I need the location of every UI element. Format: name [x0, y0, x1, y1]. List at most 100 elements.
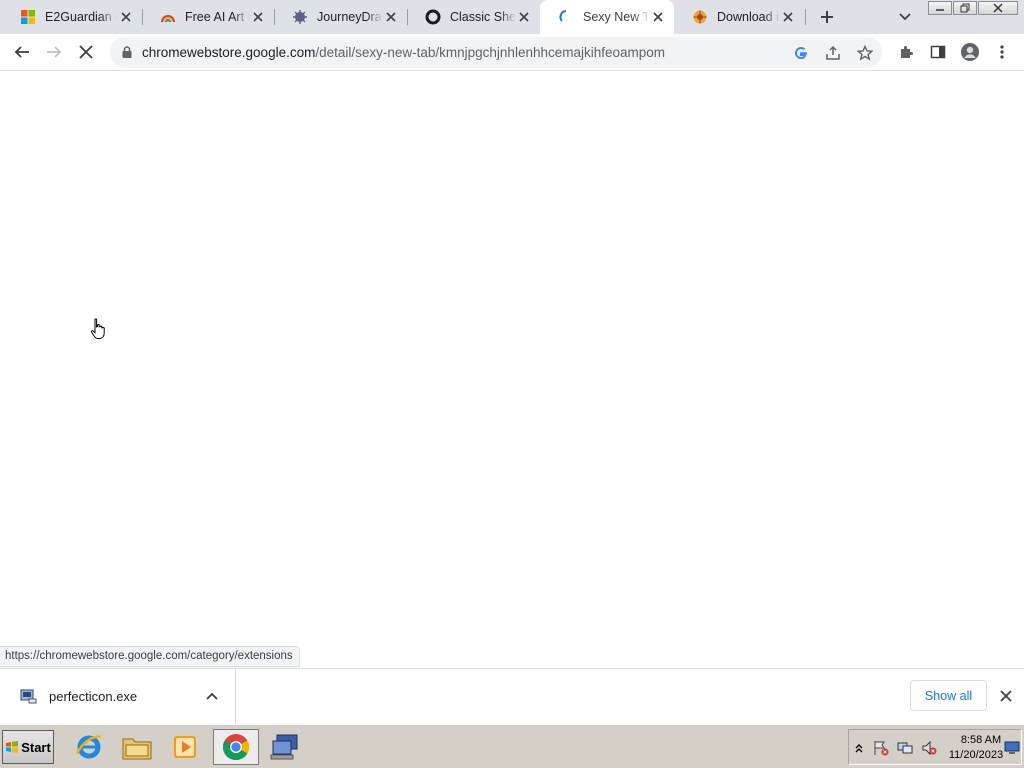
file-explorer-icon	[122, 738, 152, 760]
close-icon[interactable]	[118, 9, 134, 25]
journeydraw-icon	[292, 9, 308, 25]
close-icon[interactable]	[383, 9, 399, 25]
start-button[interactable]: Start	[2, 730, 54, 764]
share-button[interactable]	[822, 42, 844, 64]
side-panel-icon	[930, 45, 946, 59]
back-arrow-icon	[14, 46, 29, 58]
google-g-icon	[795, 47, 807, 60]
tab-title: Free AI Art G	[185, 10, 250, 24]
flag-warning-icon	[874, 741, 889, 756]
system-tray: 8:58 AM 11/20/2023	[848, 729, 1022, 765]
page-content	[0, 72, 1024, 668]
close-window-button[interactable]	[978, 1, 1018, 15]
restore-icon	[960, 3, 970, 13]
close-icon[interactable]	[516, 9, 532, 25]
rainbow-icon	[160, 9, 176, 25]
clock-time[interactable]: 8:58 AM	[955, 734, 1007, 746]
close-shelf-button[interactable]	[996, 686, 1016, 706]
show-desktop-button[interactable]	[1003, 740, 1021, 756]
tray-action-center[interactable]	[873, 740, 889, 756]
forward-arrow-icon	[47, 46, 62, 58]
installer-file-icon	[20, 689, 37, 704]
tab-title: Sexy New Ta	[583, 10, 650, 24]
minimize-button[interactable]	[928, 1, 952, 15]
close-icon[interactable]	[650, 9, 666, 25]
tab-title: E2Guardian -	[45, 10, 118, 24]
loading-spinner-icon	[558, 9, 574, 25]
tab-classic-shell[interactable]: Classic Shell	[407, 0, 540, 34]
windows-logo-icon	[20, 9, 36, 25]
bookmark-button[interactable]	[854, 42, 876, 64]
plus-icon	[821, 11, 833, 23]
speaker-muted-icon	[922, 740, 937, 756]
address-bar[interactable]: chromewebstore.google.com/detail/sexy-ne…	[110, 37, 882, 68]
tab-title: JourneyDraw	[317, 10, 383, 24]
tab-separator	[805, 9, 806, 25]
hand-cursor-icon	[90, 318, 105, 339]
taskbar-remote-desktop[interactable]	[262, 729, 308, 765]
tab-free-ai-art[interactable]: Free AI Art G	[142, 0, 274, 34]
internet-explorer-icon	[75, 735, 102, 759]
taskbar-internet-explorer[interactable]	[66, 729, 112, 765]
side-panel-button[interactable]	[926, 40, 950, 64]
close-icon[interactable]	[250, 9, 266, 25]
kebab-menu-icon	[1000, 45, 1004, 59]
stop-icon	[79, 45, 93, 59]
browser-toolbar: chromewebstore.google.com/detail/sexy-ne…	[0, 34, 1024, 71]
show-all-button[interactable]: Show all	[910, 680, 987, 711]
google-lens-button[interactable]	[790, 42, 812, 64]
stop-loading-button[interactable]	[74, 40, 98, 64]
extensions-button[interactable]	[894, 40, 918, 64]
tab-e2guardian[interactable]: E2Guardian -	[2, 0, 142, 34]
media-player-icon	[174, 736, 196, 758]
start-label: Start	[21, 739, 51, 755]
tab-journeydraw[interactable]: JourneyDraw	[274, 0, 407, 34]
chrome-icon	[222, 734, 250, 761]
tab-strip: E2Guardian - Free AI Art G JourneyDraw C…	[0, 0, 1024, 34]
url-text[interactable]: chromewebstore.google.com/detail/sexy-ne…	[142, 45, 665, 60]
share-icon	[826, 45, 840, 60]
close-icon[interactable]	[780, 9, 796, 25]
close-icon	[1000, 690, 1012, 702]
windows-flag-icon	[6, 741, 19, 753]
url-host: chromewebstore.google.com	[142, 45, 316, 60]
download-site-icon	[692, 9, 708, 25]
menu-button[interactable]	[990, 40, 1014, 64]
download-filename: perfecticon.exe	[49, 689, 138, 704]
download-options-button[interactable]	[203, 687, 221, 705]
puzzle-piece-icon	[901, 46, 913, 58]
clock-date[interactable]: 11/20/2023	[945, 749, 1007, 761]
tab-sexy-new-tab[interactable]: Sexy New Ta	[540, 0, 674, 34]
lock-icon[interactable]	[120, 45, 134, 59]
new-tab-button[interactable]	[815, 5, 839, 29]
taskbar-media-player[interactable]	[162, 729, 208, 765]
minimize-icon	[936, 9, 944, 11]
url-path: /detail/sexy-new-tab/kmnjpgchjnhlenhhcem…	[315, 45, 666, 60]
show-hidden-icons-button[interactable]	[851, 740, 867, 756]
taskbar-chrome[interactable]	[213, 729, 259, 765]
taskbar-file-explorer[interactable]	[114, 729, 160, 765]
tab-search-button[interactable]	[894, 6, 916, 28]
forward-button[interactable]	[42, 40, 66, 64]
tab-download-icons[interactable]: Download ic	[674, 0, 804, 34]
classic-shell-icon	[425, 9, 441, 25]
chevron-up-icon	[206, 692, 218, 700]
tab-title: Classic Shell	[450, 10, 516, 24]
monitor-icon	[1004, 741, 1020, 754]
network-icon	[897, 742, 913, 754]
close-icon	[993, 3, 1003, 13]
taskbar: Start 8:58 AM 11/20/2023	[0, 724, 1024, 768]
tray-network[interactable]	[897, 740, 913, 756]
status-bubble: https://chromewebstore.google.com/catego…	[0, 646, 300, 667]
chevron-up-icon	[855, 744, 863, 753]
star-icon	[857, 45, 873, 61]
avatar-icon	[961, 43, 979, 61]
tab-title: Download ic	[717, 10, 780, 24]
profile-button[interactable]	[958, 40, 982, 64]
download-shelf: perfecticon.exe Show all	[0, 668, 1024, 724]
download-item[interactable]: perfecticon.exe	[0, 669, 236, 724]
chevron-down-icon	[899, 13, 911, 21]
back-button[interactable]	[10, 40, 34, 64]
tray-volume[interactable]	[921, 740, 937, 756]
restore-button[interactable]	[953, 1, 977, 15]
